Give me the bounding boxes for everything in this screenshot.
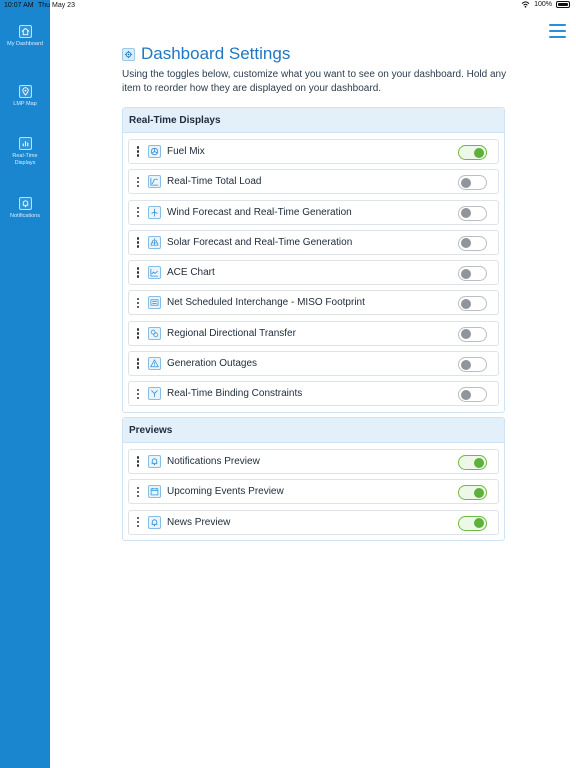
item-label: Notifications Preview	[167, 456, 260, 467]
toggle-switch[interactable]	[458, 266, 487, 282]
list-item[interactable]: Notifications Preview	[128, 449, 499, 474]
list-item[interactable]: Net Scheduled Interchange - MISO Footpri…	[128, 290, 499, 316]
item-label: Upcoming Events Preview	[167, 486, 284, 498]
sidebar-item-label: Notifications	[10, 213, 40, 219]
map-pin-icon	[18, 85, 32, 98]
fuel-mix-icon	[148, 145, 161, 158]
page-header: Dashboard Settings	[122, 44, 290, 64]
gear-icon	[122, 47, 135, 61]
drag-handle-icon[interactable]	[131, 456, 145, 467]
status-date: Thu May 23	[38, 2, 75, 9]
list-item[interactable]: News Preview	[128, 509, 499, 535]
sidebar-item-notifications[interactable]: Notifications	[0, 197, 50, 220]
drag-handle-icon[interactable]	[131, 206, 145, 218]
toggle-switch[interactable]	[458, 485, 487, 501]
list-item[interactable]: Real-Time Total Load	[128, 169, 499, 195]
section-title: Real-Time Displays	[123, 108, 504, 133]
home-icon	[18, 25, 32, 38]
drag-handle-icon[interactable]	[131, 388, 145, 400]
list-item[interactable]: Upcoming Events Preview	[128, 479, 499, 505]
sidebar-item-my-dashboard[interactable]: My Dashboard	[0, 25, 50, 48]
sidebar-item-label: Real-Time Displays	[12, 153, 38, 166]
drag-handle-icon[interactable]	[131, 176, 145, 188]
line-chart-icon	[148, 266, 161, 280]
toggle-switch[interactable]	[458, 145, 487, 160]
bell-icon	[148, 515, 161, 529]
item-label: Net Scheduled Interchange - MISO Footpri…	[167, 297, 365, 309]
list-item[interactable]: Solar Forecast and Real-Time Generation	[128, 229, 499, 255]
sidebar: My Dashboard LMP Map Real-Time Displays …	[0, 0, 50, 768]
status-right: 100%	[521, 1, 570, 8]
section-real-time-displays: Real-Time Displays Fuel Mix Real-Time To…	[122, 107, 505, 413]
sidebar-item-real-time-displays[interactable]: Real-Time Displays	[0, 137, 50, 167]
solar-panel-icon	[148, 235, 161, 249]
status-bar: 10:07 AM Thu May 23 100%	[0, 0, 576, 12]
list-item[interactable]: Regional Directional Transfer	[128, 320, 499, 346]
list-item[interactable]: Wind Forecast and Real-Time Generation	[128, 199, 499, 225]
toggle-switch[interactable]	[458, 515, 487, 531]
drag-handle-icon[interactable]	[131, 237, 145, 248]
item-label: News Preview	[167, 516, 231, 528]
item-label: ACE Chart	[167, 267, 215, 279]
battery-percent: 100%	[534, 1, 552, 8]
toggle-switch[interactable]	[458, 326, 487, 342]
status-time: 10:07 AM	[4, 2, 34, 9]
bar-chart-icon	[18, 137, 32, 150]
sidebar-item-label: My Dashboard	[7, 41, 43, 47]
section-title: Previews	[123, 418, 504, 443]
toggle-switch[interactable]	[458, 235, 487, 251]
item-label: Regional Directional Transfer	[167, 327, 296, 339]
drag-handle-icon[interactable]	[131, 516, 145, 528]
drag-handle-icon[interactable]	[131, 297, 145, 309]
toggle-switch[interactable]	[458, 296, 487, 312]
battery-icon	[556, 1, 570, 8]
page-intro: Using the toggles below, customize what …	[122, 69, 507, 94]
constraint-icon	[148, 387, 161, 401]
list-item[interactable]: ACE Chart	[128, 260, 499, 286]
sidebar-item-lmp-map[interactable]: LMP Map	[0, 85, 50, 108]
drag-handle-icon[interactable]	[131, 358, 145, 369]
transfer-icon	[148, 326, 161, 340]
list-item[interactable]: Real-Time Binding Constraints	[128, 381, 499, 407]
bell-icon	[148, 455, 161, 468]
item-label: Wind Forecast and Real-Time Generation	[167, 206, 352, 218]
bell-icon	[18, 197, 32, 210]
item-label: Fuel Mix	[167, 146, 205, 157]
drag-handle-icon[interactable]	[131, 486, 145, 498]
interchange-icon	[148, 296, 161, 310]
wind-turbine-icon	[148, 205, 161, 219]
sidebar-item-label: LMP Map	[13, 101, 37, 107]
page-title: Dashboard Settings	[141, 44, 291, 63]
drag-handle-icon[interactable]	[131, 328, 145, 339]
toggle-switch[interactable]	[458, 175, 487, 191]
toggle-switch[interactable]	[458, 205, 487, 221]
toggle-switch[interactable]	[458, 357, 487, 373]
warning-icon	[148, 357, 161, 371]
item-label: Solar Forecast and Real-Time Generation	[167, 236, 353, 248]
drag-handle-icon[interactable]	[131, 267, 145, 278]
item-label: Real-Time Binding Constraints	[167, 388, 303, 400]
section-previews: Previews Notifications Preview Upcoming …	[122, 417, 505, 541]
list-item[interactable]: Generation Outages	[128, 351, 499, 377]
toggle-switch[interactable]	[458, 455, 487, 470]
drag-handle-icon[interactable]	[131, 146, 145, 157]
item-label: Real-Time Total Load	[167, 176, 262, 188]
menu-icon[interactable]	[549, 24, 566, 40]
toggle-switch[interactable]	[458, 387, 487, 403]
load-chart-icon	[148, 175, 161, 189]
list-item[interactable]: Fuel Mix	[128, 139, 499, 164]
calendar-icon	[148, 485, 161, 499]
wifi-icon	[521, 1, 530, 8]
item-label: Generation Outages	[167, 358, 258, 370]
